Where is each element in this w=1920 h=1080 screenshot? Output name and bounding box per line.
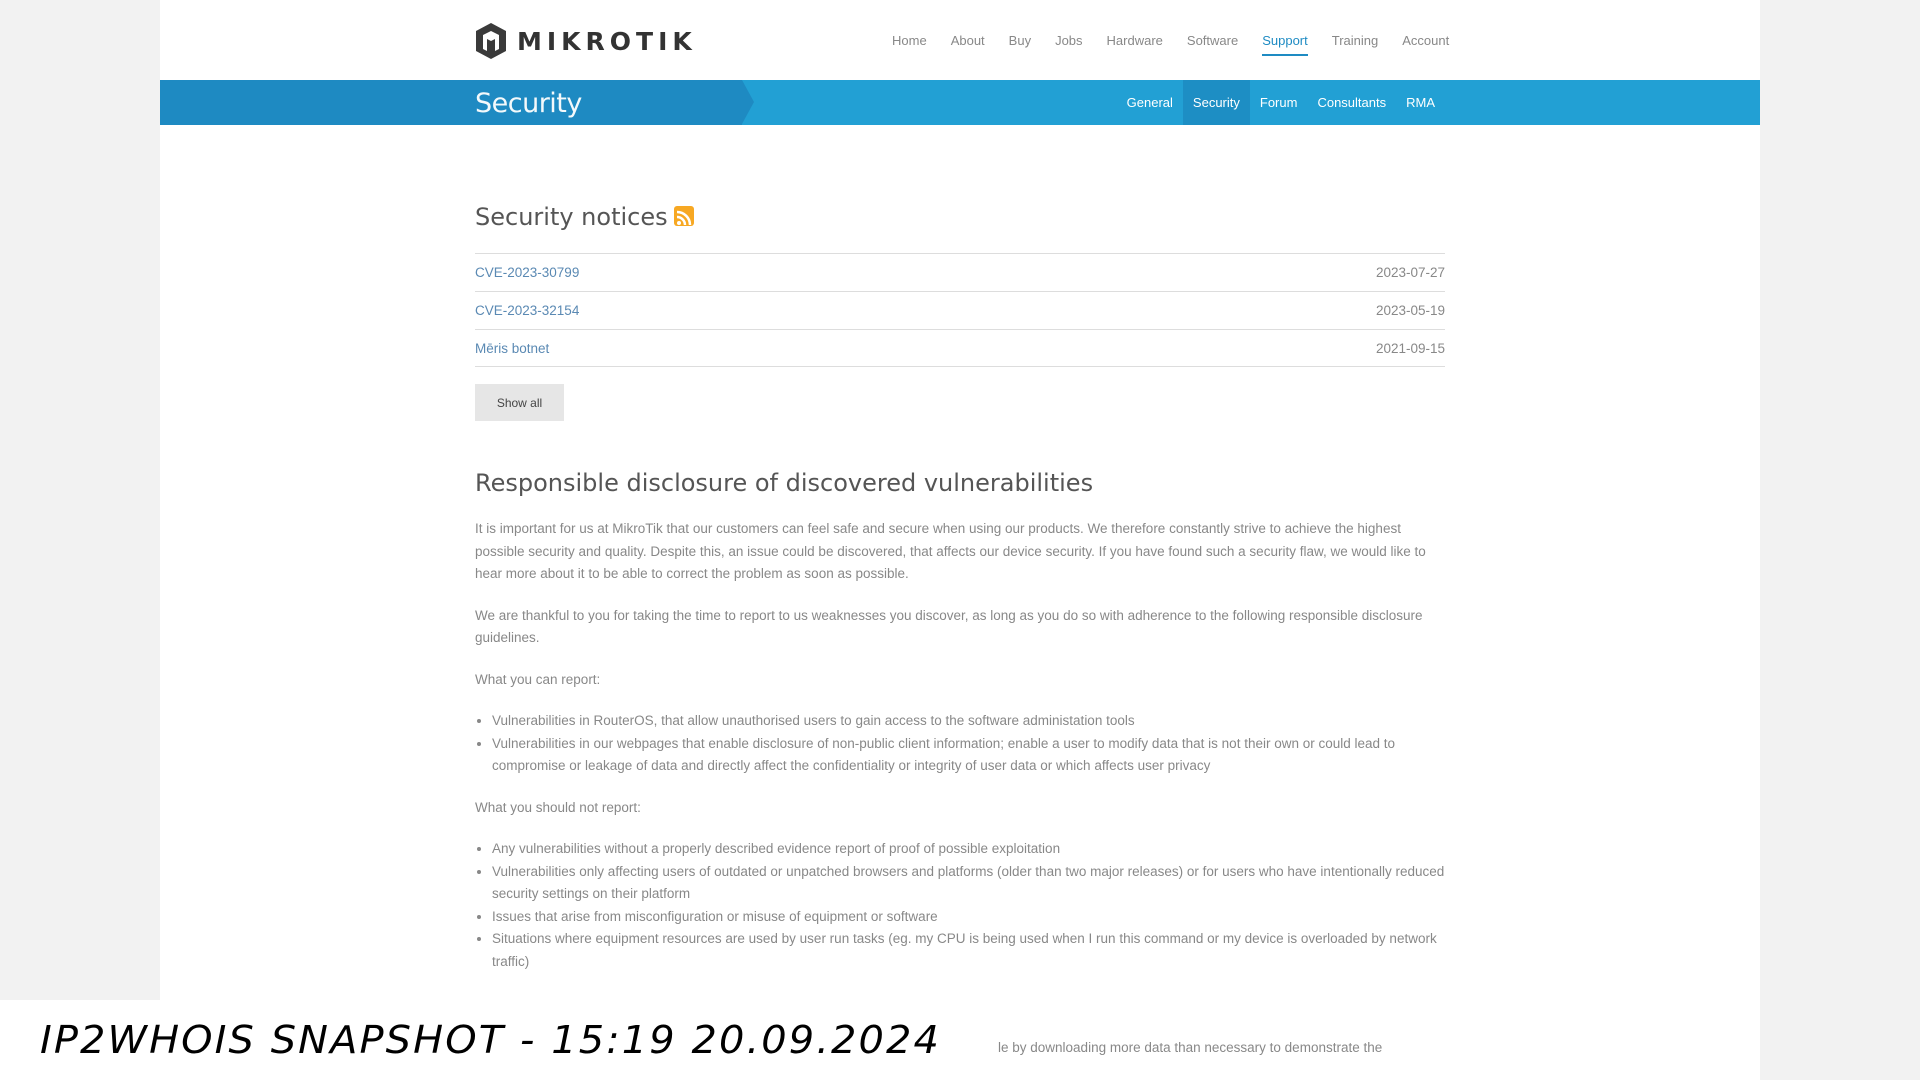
disclosure-body: It is important for us at MikroTik that …	[475, 518, 1447, 992]
mikrotik-logo-icon	[476, 23, 506, 59]
list-item: Vulnerabilities in our webpages that ena…	[492, 733, 1447, 778]
notices-list: CVE-2023-30799 2023-07-27 CVE-2023-32154 2…	[475, 253, 1445, 367]
can-report-label: What you can report:	[475, 671, 601, 687]
list-item: Any vulnerabilities without a properly d…	[492, 838, 1447, 861]
section-title: Security	[475, 88, 582, 119]
nav-home[interactable]: Home	[880, 33, 939, 49]
subnav-consultants[interactable]: Consultants	[1307, 80, 1396, 125]
notice-date: 2021-09-15	[1375, 340, 1445, 356]
list-item: Issues that arise from misconfiguration …	[492, 906, 1447, 929]
nav-training[interactable]: Training	[1320, 33, 1390, 49]
notices-heading: Security notices	[475, 203, 694, 231]
disclosure-heading: Responsible disclosure of discovered vul…	[475, 469, 1094, 497]
list-item: Vulnerabilities only affecting users of …	[492, 861, 1447, 906]
notices-title: Security notices	[475, 203, 668, 231]
paragraph: It is important for us at MikroTik that …	[475, 521, 1426, 581]
rss-icon[interactable]	[673, 206, 694, 226]
cannot-report-list: Any vulnerabilities without a properly d…	[492, 838, 1447, 973]
top-nav: Home About Buy Jobs Hardware Software Su…	[880, 33, 1461, 56]
paragraph: We are thankful to you for taking the ti…	[475, 607, 1423, 646]
notice-date: 2023-05-19	[1375, 303, 1445, 318]
sub-nav: General Security Forum Consultants RMA	[1117, 80, 1445, 125]
list-item: Vulnerabilities in RouterOS, that allow …	[492, 710, 1447, 733]
notice-link[interactable]: CVE-2023-30799	[475, 265, 579, 280]
notice-row: CVE-2023-30799 2023-07-27	[475, 253, 1445, 291]
snapshot-watermark-banner: IP2WHOIS SNAPSHOT - 15:19 20.09.2024	[0, 1000, 998, 1080]
nav-about[interactable]: About	[939, 33, 997, 49]
subnav-general[interactable]: General	[1117, 80, 1183, 125]
nav-jobs[interactable]: Jobs	[1043, 33, 1094, 49]
nav-hardware[interactable]: Hardware	[1095, 33, 1175, 49]
list-item: Situations where equipment resources are…	[492, 928, 1447, 973]
cannot-report-label: What you should not report:	[475, 799, 641, 815]
nav-software[interactable]: Software	[1175, 33, 1250, 49]
section-band: Security General Security Forum Consulta…	[160, 80, 1760, 125]
band-chevron	[742, 80, 754, 124]
subnav-forum[interactable]: Forum	[1250, 80, 1308, 125]
nav-buy[interactable]: Buy	[997, 33, 1043, 49]
notice-link[interactable]: CVE-2023-32154	[475, 303, 579, 318]
band-title-bg	[160, 80, 742, 125]
nav-support[interactable]: Support	[1250, 33, 1320, 56]
mikrotik-logo[interactable]: MIKROTIK	[475, 23, 697, 59]
show-all-button[interactable]: Show all	[475, 384, 564, 421]
notice-link[interactable]: Mēris botnet	[475, 341, 549, 356]
subnav-rma[interactable]: RMA	[1396, 80, 1445, 125]
subnav-security[interactable]: Security	[1182, 80, 1250, 125]
notice-date: 2023-07-27	[1375, 265, 1445, 280]
can-report-list: Vulnerabilities in RouterOS, that allow …	[492, 710, 1447, 778]
snapshot-watermark-text: IP2WHOIS SNAPSHOT - 15:19 20.09.2024	[40, 1018, 941, 1062]
notice-row: Mēris botnet 2021-09-15	[475, 329, 1445, 367]
nav-account[interactable]: Account	[1390, 33, 1461, 49]
notice-row: CVE-2023-32154 2023-05-19	[475, 291, 1445, 329]
logo-text: MIKROTIK	[517, 26, 697, 56]
partial-text-line: le by downloading more data than necessa…	[998, 1040, 1383, 1055]
